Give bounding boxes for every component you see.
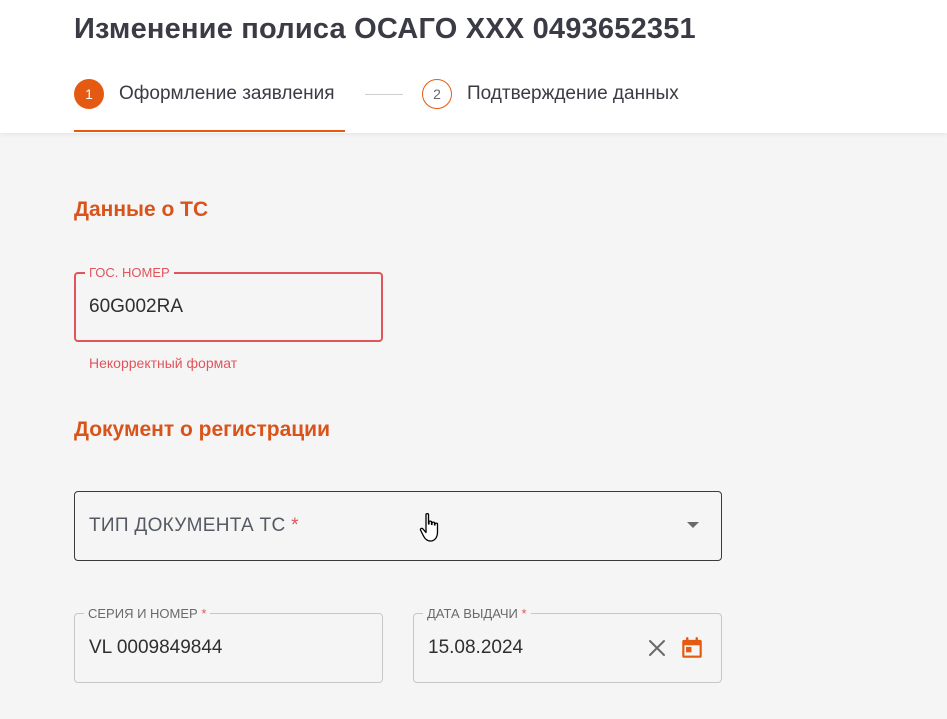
plate-number-field[interactable]: ГОС. НОМЕР 60G002RA: [74, 265, 383, 342]
plate-number-value: 60G002RA: [89, 296, 184, 317]
step-label-application: Оформление заявления: [119, 83, 335, 104]
vehicle-section-title: Данные о ТС: [74, 198, 209, 221]
step-confirmation[interactable]: 2 Подтверждение данных: [422, 78, 679, 110]
step-label-confirmation: Подтверждение данных: [467, 83, 679, 104]
document-type-placeholder: ТИП ДОКУМЕНТА ТС *: [89, 515, 299, 536]
plate-number-error: Некорректный формат: [89, 355, 238, 371]
page-title: Изменение полиса ОСАГО XXX 0493652351: [74, 13, 696, 45]
series-number-field[interactable]: СЕРИЯ И НОМЕР * VL 0009849844: [74, 606, 383, 683]
plate-number-label: ГОС. НОМЕР: [85, 265, 174, 280]
close-icon[interactable]: [645, 636, 669, 660]
issue-date-field[interactable]: ДАТА ВЫДАЧИ * 15.08.2024: [413, 606, 722, 683]
active-step-indicator: [74, 130, 345, 132]
step-number-2: 2: [422, 79, 452, 109]
series-number-value: VL 0009849844: [89, 637, 223, 658]
issue-date-label: ДАТА ВЫДАЧИ *: [423, 606, 531, 621]
step-connector: [365, 94, 403, 95]
registration-section-title: Документ о регистрации: [74, 418, 330, 441]
calendar-icon[interactable]: [679, 635, 705, 661]
step-application[interactable]: 1 Оформление заявления: [74, 78, 335, 110]
step-number-1: 1: [74, 79, 104, 109]
document-type-select[interactable]: ТИП ДОКУМЕНТА ТС *: [74, 491, 722, 561]
page-header: Изменение полиса ОСАГО XXX 0493652351 1 …: [0, 0, 947, 133]
issue-date-value: 15.08.2024: [428, 637, 524, 658]
series-number-label: СЕРИЯ И НОМЕР *: [84, 606, 211, 621]
chevron-down-icon[interactable]: [687, 522, 699, 528]
